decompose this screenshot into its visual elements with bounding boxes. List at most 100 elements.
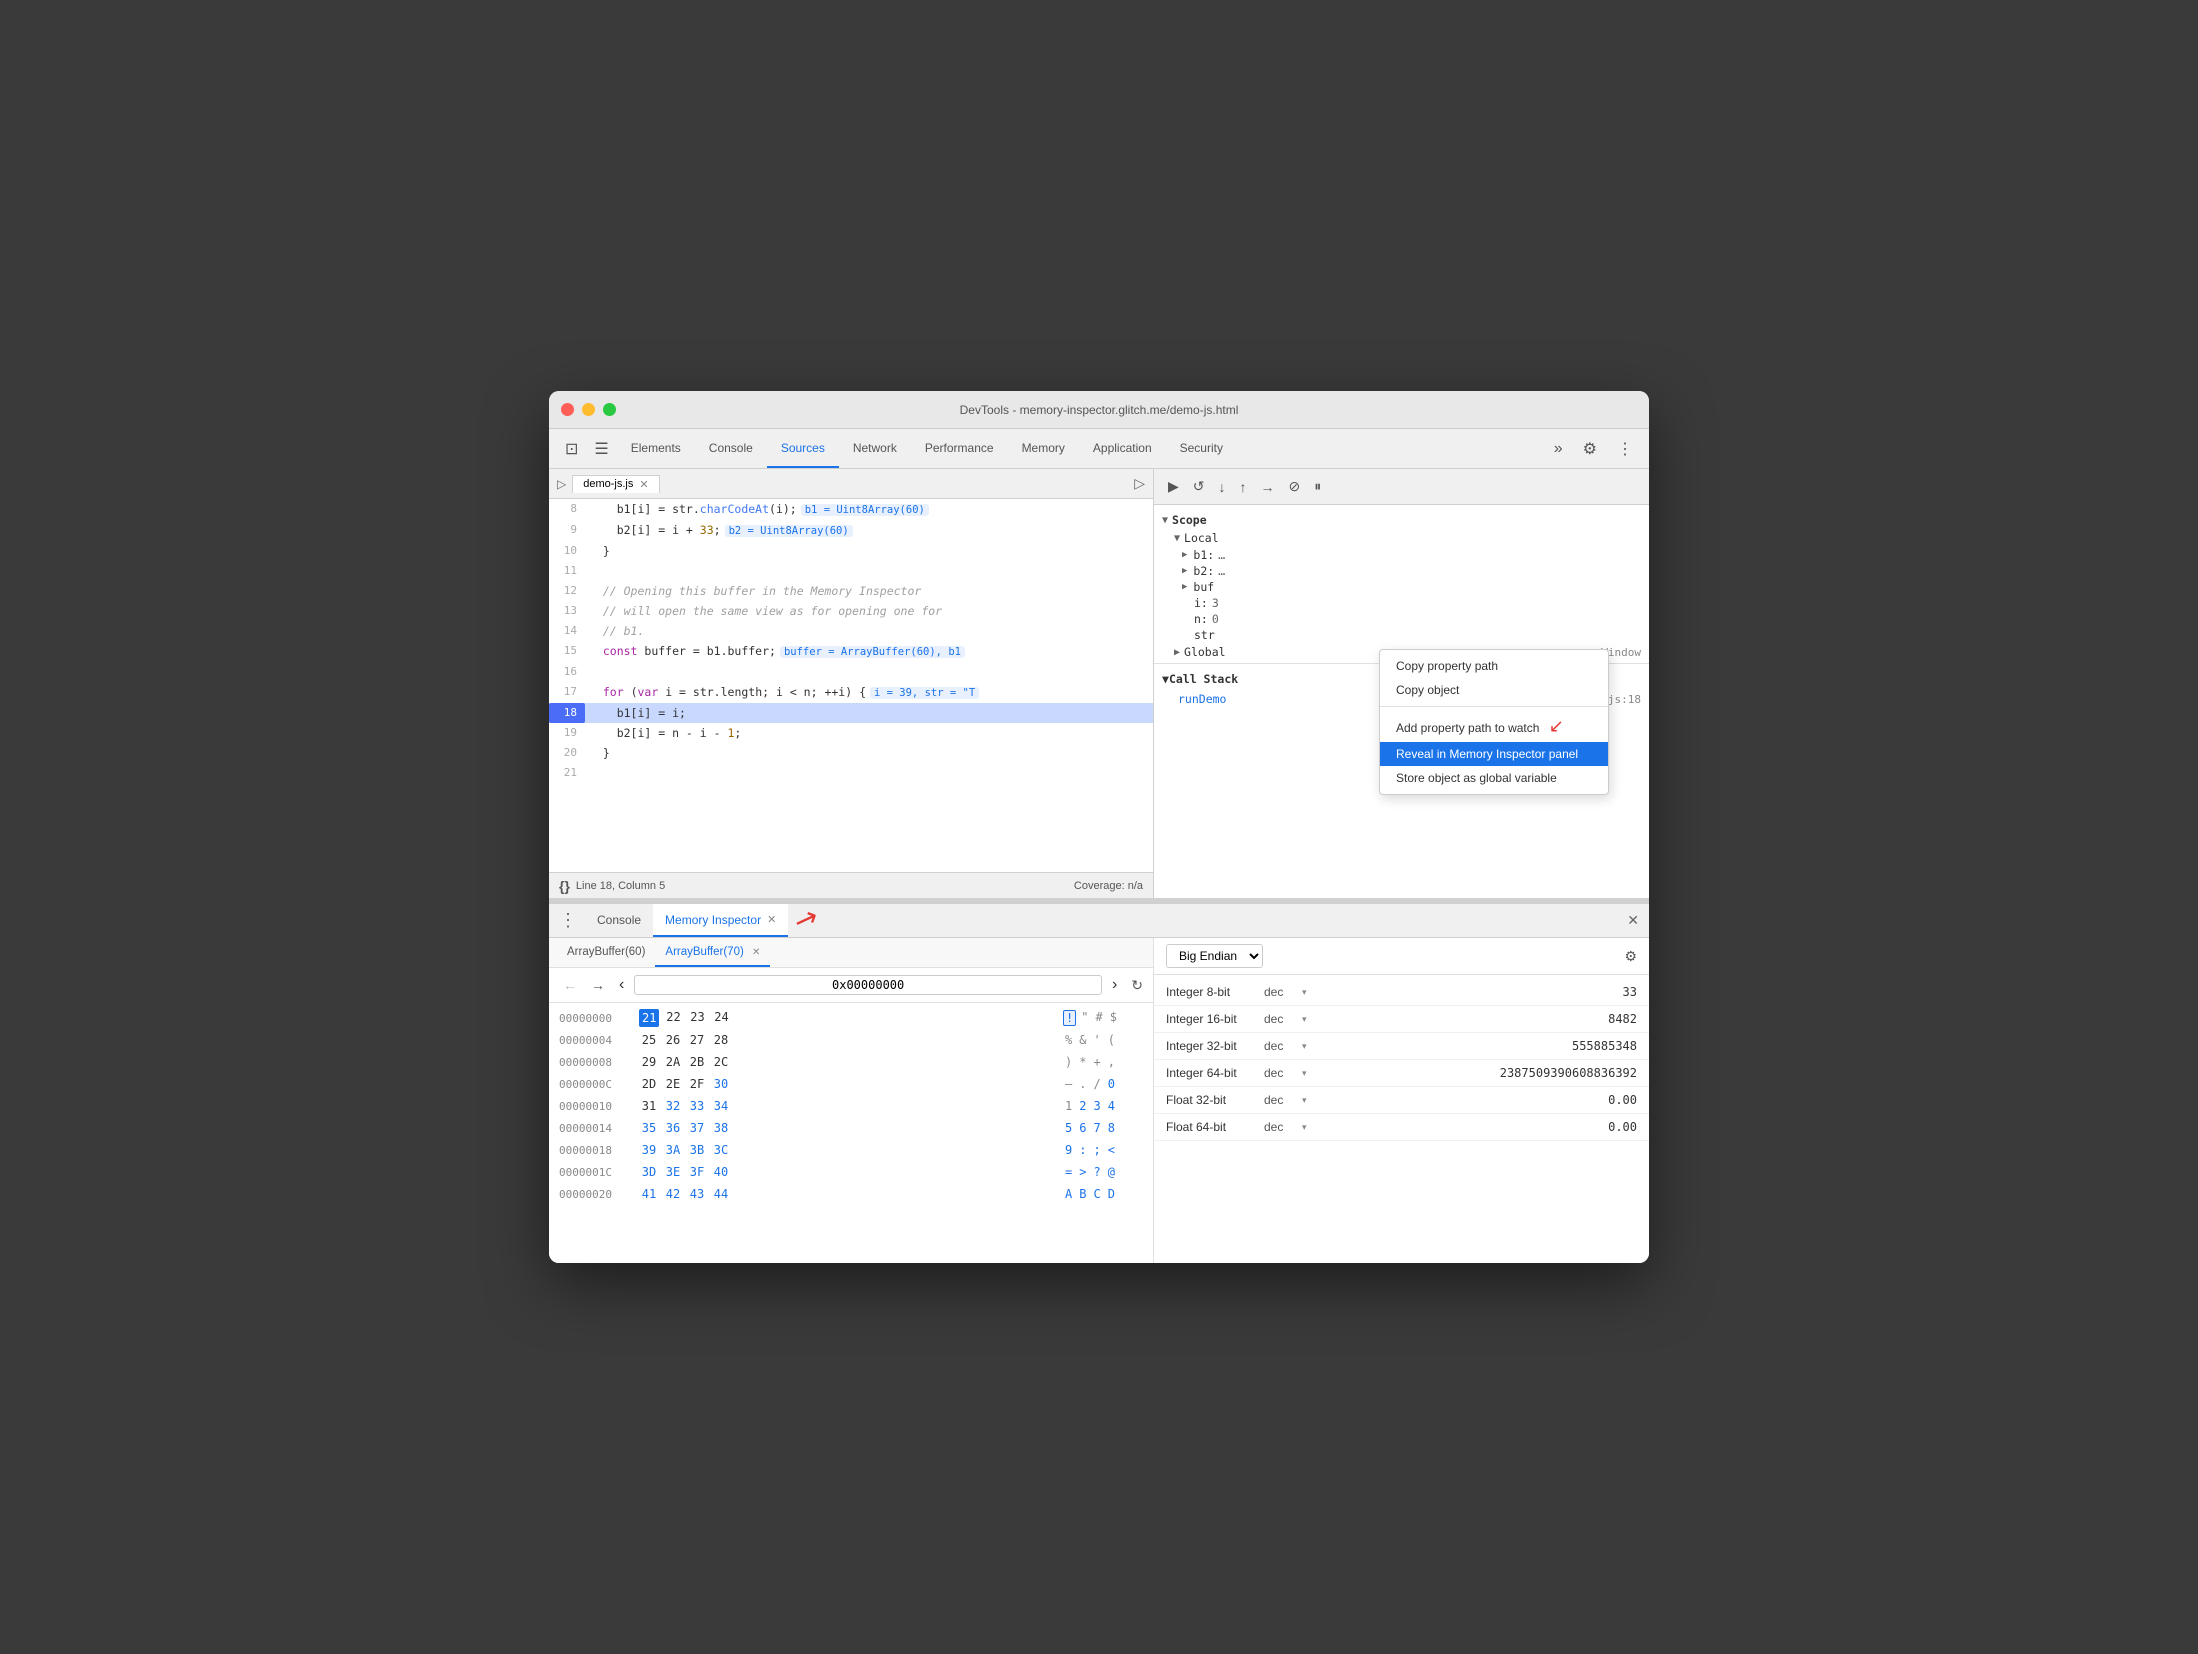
red-arrow-tab: ↙ [789,901,822,940]
memory-content: ArrayBuffer(60) ArrayBuffer(70) ✕ ← → ‹ [549,938,1649,1263]
maximize-button[interactable] [603,403,616,416]
file-tab[interactable]: demo-js.js ✕ [572,475,659,493]
code-line-11: 11 [549,561,1153,581]
step-button[interactable]: → [1255,475,1281,499]
bottom-panel-dots[interactable]: ⋮ [559,910,577,931]
nav-forward-button[interactable]: → [587,975,609,995]
scope-item-buf[interactable]: ▶ buf [1154,579,1649,595]
b2-arrow: ▶ [1182,566,1187,576]
tab-sources[interactable]: Sources [767,429,839,468]
scope-item-str[interactable]: str [1154,627,1649,643]
buffer-tabs: ArrayBuffer(60) ArrayBuffer(70) ✕ [549,938,1153,968]
hex-grid: 00000000 21 22 23 24 ! " [549,1003,1153,1263]
scope-item-n[interactable]: n: 0 [1154,611,1649,627]
scope-item-b1[interactable]: ▶ b1: … [1154,547,1649,563]
dt-int64-arrow[interactable]: ▾ [1302,1068,1307,1079]
memory-settings-button[interactable]: ⚙ [1624,948,1637,965]
deactivate-breakpoints[interactable]: ⊘ [1283,474,1307,499]
file-tab-name: demo-js.js [583,478,633,490]
buffer-tab-60[interactable]: ArrayBuffer(60) [557,938,655,967]
dt-float64-arrow[interactable]: ▾ [1302,1122,1307,1133]
nav-more: » ⚙ ⋮ [1546,429,1641,468]
code-line-20: 20 } [549,743,1153,763]
hex-row-20: 00000020 41 42 43 44 A B [559,1183,1143,1205]
debug-toolbar: ▶ ↺ ↓ ↑ → ⊘ ⏸ [1154,469,1649,505]
file-tab-bar: ▷ demo-js.js ✕ ▷ [549,469,1153,499]
dt-int16-arrow[interactable]: ▾ [1302,1014,1307,1025]
code-line-8: 8 b1[i] = str.charCodeAt(i);b1 = Uint8Ar… [549,499,1153,520]
data-types: Integer 8-bit dec ▾ 33 Integer 16-bit de… [1154,975,1649,1263]
hex-row-4: 00000004 25 26 27 28 % & [559,1029,1143,1051]
more-options-button[interactable]: ⋮ [1609,439,1641,459]
step-out-button[interactable]: ↑ [1234,475,1253,499]
tab-security[interactable]: Security [1166,429,1237,468]
minimize-button[interactable] [582,403,595,416]
buf-arrow: ▶ [1182,582,1187,592]
close-button[interactable] [561,403,574,416]
device-icon[interactable]: ☰ [586,429,616,468]
next-address-button[interactable]: › [1108,974,1121,996]
tab-memory[interactable]: Memory [1008,429,1079,468]
file-tab-close[interactable]: ✕ [639,478,648,491]
tab-console[interactable]: Console [695,429,767,468]
dt-int32-arrow[interactable]: ▾ [1302,1041,1307,1052]
memory-left: ArrayBuffer(60) ArrayBuffer(70) ✕ ← → ‹ [549,938,1154,1263]
devtools-nav: ⊡ ☰ Elements Console Sources Network Per… [549,429,1649,469]
dt-float32: Float 32-bit dec ▾ 0.00 [1154,1087,1649,1114]
scope-item-i[interactable]: i: 3 [1154,595,1649,611]
format-icon: {} [559,878,570,894]
more-tabs-button[interactable]: » [1546,440,1571,458]
scope-header[interactable]: ▼ Scope [1154,511,1649,529]
code-line-14: 14 // b1. [549,621,1153,641]
tab-performance[interactable]: Performance [911,429,1008,468]
code-line-12: 12 // Opening this buffer in the Memory … [549,581,1153,601]
dt-float64: Float 64-bit dec ▾ 0.00 [1154,1114,1649,1141]
ctx-store-global-variable[interactable]: Store object as global variable [1380,766,1608,790]
nav-back-button[interactable]: ← [559,975,581,995]
tab-console-bottom[interactable]: Console [585,904,653,937]
memory-right: Big Endian ⚙ Integer 8-bit dec ▾ 33 [1154,938,1649,1263]
close-bottom-panel[interactable]: ✕ [1627,912,1639,929]
code-editor: 8 b1[i] = str.charCodeAt(i);b1 = Uint8Ar… [549,499,1153,872]
format-toggle-icon[interactable]: ▷ [1134,475,1145,492]
dt-int8-arrow[interactable]: ▾ [1302,987,1307,998]
status-bar: {} Line 18, Column 5 Coverage: n/a [549,872,1153,898]
ctx-copy-property-path[interactable]: Copy property path [1380,654,1608,678]
ctx-reveal-memory-inspector[interactable]: Reveal in Memory Inspector panel [1380,742,1608,766]
address-input[interactable] [634,975,1102,995]
ctx-copy-object[interactable]: Copy object [1380,678,1608,702]
tab-application[interactable]: Application [1079,429,1166,468]
pause-exceptions[interactable]: ⏸ [1308,474,1327,499]
tab-network[interactable]: Network [839,429,911,468]
prev-address-button[interactable]: ‹ [615,974,628,996]
dt-float32-arrow[interactable]: ▾ [1302,1095,1307,1106]
code-line-17: 17 for (var i = str.length; i < n; ++i) … [549,682,1153,703]
dt-int64: Integer 64-bit dec ▾ 2387509390608836392 [1154,1060,1649,1087]
endian-bar: Big Endian ⚙ [1154,938,1649,975]
scope-item-b2[interactable]: ▶ b2: … [1154,563,1649,579]
status-left: {} Line 18, Column 5 [559,878,665,894]
code-line-10: 10 } [549,541,1153,561]
step-over-button[interactable]: ↺ [1187,474,1211,499]
memory-inspector-close[interactable]: ✕ [767,913,776,926]
settings-button[interactable]: ⚙ [1575,439,1605,459]
local-header[interactable]: ▼ Local [1154,529,1649,547]
hex-byte-21[interactable]: 21 [639,1009,659,1027]
code-line-15: 15 const buffer = b1.buffer;buffer = Arr… [549,641,1153,662]
scope-title: Scope [1172,513,1207,527]
inspector-icon[interactable]: ⊡ [557,429,586,468]
bottom-tab-bar: ⋮ Console Memory Inspector ✕ ↙ ✕ [549,904,1649,938]
endian-select[interactable]: Big Endian [1166,944,1263,968]
refresh-button[interactable]: ↻ [1131,977,1143,994]
dt-int16: Integer 16-bit dec ▾ 8482 [1154,1006,1649,1033]
callstack-title: Call Stack [1169,672,1238,686]
tab-elements[interactable]: Elements [617,429,695,468]
buffer-tab-70[interactable]: ArrayBuffer(70) ✕ [655,938,770,967]
hex-row-14: 00000014 35 36 37 38 5 6 [559,1117,1143,1139]
step-into-button[interactable]: ↓ [1213,475,1232,499]
tab-memory-inspector[interactable]: Memory Inspector ✕ [653,904,788,937]
resume-button[interactable]: ▶ [1162,474,1185,499]
buffer-tab-70-close[interactable]: ✕ [752,947,760,958]
ctx-add-property-watch[interactable]: Add property path to watch ↙ [1380,711,1608,742]
ctx-separator [1380,706,1608,707]
